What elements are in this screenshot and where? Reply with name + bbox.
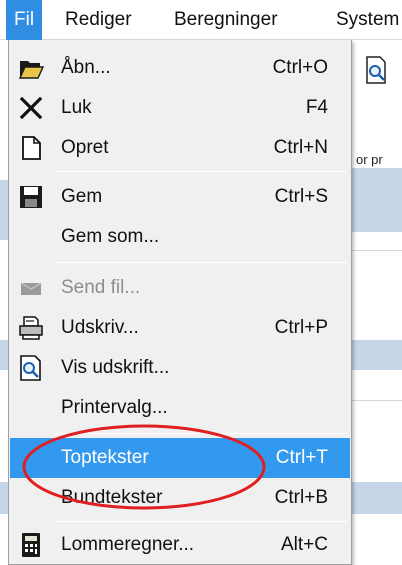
menu-separator — [55, 521, 347, 522]
background-band — [352, 340, 402, 370]
menu-item-shortcut: Ctrl+O — [272, 57, 328, 78]
floppy-disk-icon — [20, 186, 42, 208]
menu-item-label: Vis udskrift... — [61, 357, 170, 378]
calculator-icon — [22, 533, 40, 557]
menu-item-label: Lommeregner... — [61, 534, 195, 555]
menu-separator — [55, 433, 347, 434]
menu-item-send-file: Send fil... — [10, 268, 350, 308]
menubar: Fil Rediger Beregninger System — [0, 0, 402, 40]
menu-separator — [55, 262, 347, 263]
menu-item-label: Åbn... — [61, 57, 111, 78]
new-document-icon — [22, 136, 41, 160]
menu-item-close[interactable]: Luk F4 — [10, 88, 350, 128]
menu-item-open[interactable]: Åbn... Ctrl+O — [10, 48, 350, 88]
print-preview-icon — [20, 355, 41, 381]
menu-item-label: Send fil... — [61, 277, 141, 298]
menu-fil[interactable]: Fil — [6, 0, 43, 40]
menu-beregninger[interactable]: Beregninger — [166, 0, 286, 40]
background-band — [0, 482, 8, 514]
background-band — [0, 180, 8, 240]
menu-item-save-as[interactable]: Gem som... — [10, 217, 350, 257]
menu-item-calculator[interactable]: Lommeregner... Alt+C — [10, 525, 350, 565]
file-menu-dropdown: Åbn... Ctrl+O Luk F4 Opret Ctrl+N Gem Ct… — [8, 40, 352, 565]
open-folder-icon — [18, 61, 44, 79]
menu-item-print[interactable]: Udskriv... Ctrl+P — [10, 308, 350, 348]
menu-item-label: Udskriv... — [61, 317, 139, 338]
menu-rediger[interactable]: Rediger — [57, 0, 140, 40]
close-x-icon — [19, 96, 43, 120]
menu-item-shortcut: Ctrl+B — [274, 487, 328, 508]
menu-item-save[interactable]: Gem Ctrl+S — [10, 177, 350, 217]
background-band — [0, 340, 8, 370]
menu-item-label: Opret — [61, 137, 109, 158]
menu-item-label: Gem som... — [61, 226, 160, 247]
send-file-icon — [20, 282, 42, 295]
menu-separator — [55, 171, 347, 172]
background-divider — [352, 250, 402, 251]
menu-item-footers[interactable]: Bundtekster Ctrl+B — [10, 478, 350, 518]
menu-item-headers[interactable]: Toptekster Ctrl+T — [10, 438, 350, 478]
menu-item-shortcut: F4 — [305, 97, 328, 118]
menu-item-shortcut: Ctrl+T — [275, 447, 328, 468]
menu-item-printer-settings[interactable]: Printervalg... — [10, 388, 350, 428]
menu-item-new[interactable]: Opret Ctrl+N — [10, 128, 350, 168]
background-text: or pr — [356, 152, 383, 167]
menu-item-label: Gem — [61, 186, 103, 207]
printer-icon — [19, 316, 43, 340]
menu-item-label: Luk — [61, 97, 92, 118]
menu-item-label: Toptekster — [61, 447, 149, 468]
menu-item-label: Printervalg... — [61, 397, 168, 418]
menu-item-shortcut: Ctrl+S — [274, 186, 328, 207]
menu-item-shortcut: Alt+C — [281, 534, 328, 555]
background-band — [352, 168, 402, 232]
menu-system[interactable]: System — [328, 0, 402, 40]
menu-item-label: Bundtekster — [61, 487, 163, 508]
menu-item-shortcut: Ctrl+N — [273, 137, 328, 158]
background-band — [352, 482, 402, 514]
print-preview-icon[interactable] — [364, 56, 388, 84]
background-divider — [352, 400, 402, 401]
menu-item-shortcut: Ctrl+P — [274, 317, 328, 338]
menu-item-print-preview[interactable]: Vis udskrift... — [10, 348, 350, 388]
